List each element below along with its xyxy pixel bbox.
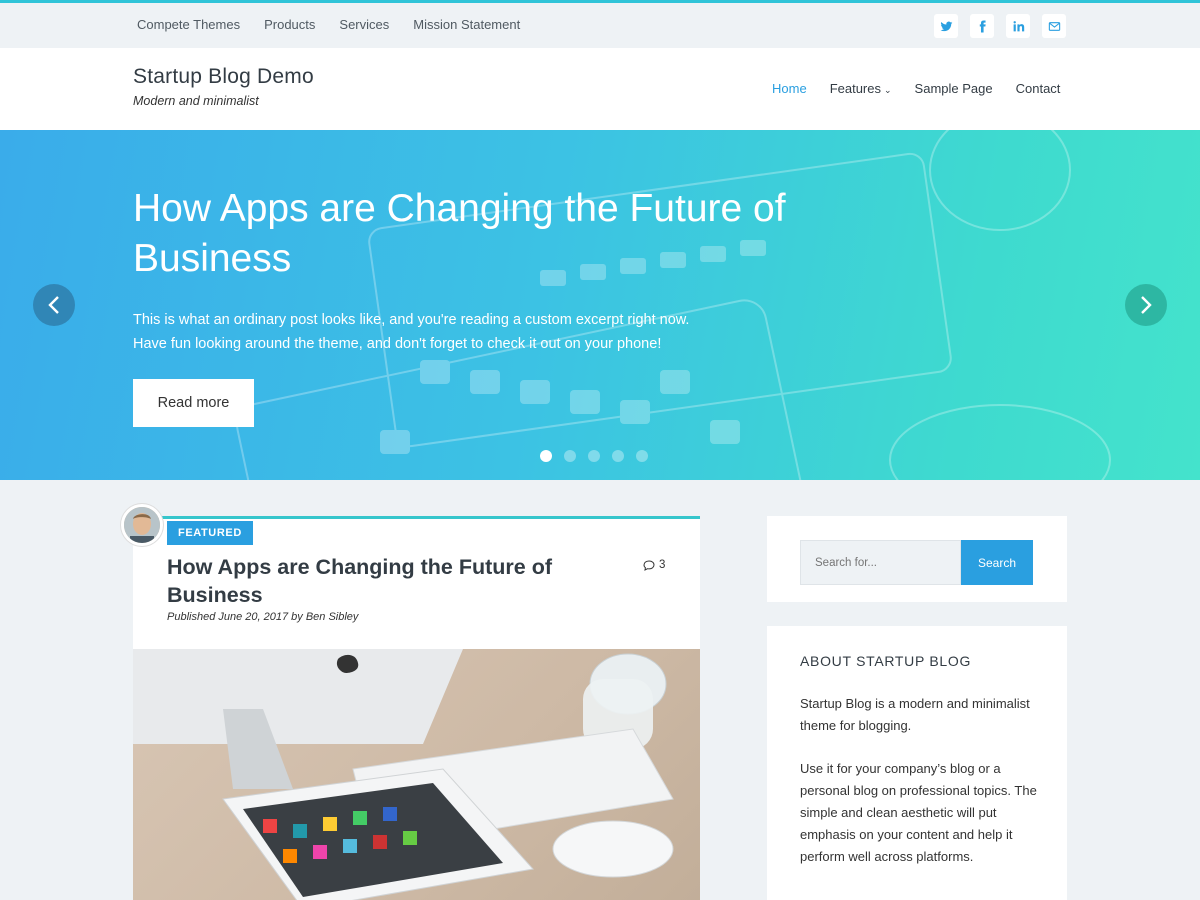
top-bar: Compete Themes Products Services Mission… [0, 0, 1200, 48]
nav-item-sample-page[interactable]: Sample Page [915, 81, 993, 96]
hero-title[interactable]: How Apps are Changing the Future of Busi… [133, 184, 893, 284]
slider-next-button[interactable] [1125, 284, 1167, 326]
slider-dots [540, 450, 648, 462]
top-nav-item-products[interactable]: Products [264, 17, 315, 32]
chevron-down-icon: ⌄ [884, 85, 892, 95]
comment-count-value: 3 [659, 559, 666, 571]
facebook-icon[interactable] [970, 14, 994, 38]
post-byline: Published June 20, 2017 by Ben Sibley [167, 611, 359, 623]
hero-background-image [236, 130, 1111, 480]
main-nav: Home Features ⌄ Sample Page Contact [772, 81, 1060, 96]
hero-slider: How Apps are Changing the Future of Busi… [0, 130, 1200, 480]
hero-excerpt-line: Have fun looking around the theme, and d… [133, 336, 662, 352]
linkedin-icon[interactable] [1006, 14, 1030, 38]
post-image-illustration [133, 649, 674, 900]
nav-item-home[interactable]: Home [772, 81, 807, 96]
slider-dot[interactable] [540, 450, 552, 462]
slider-dot[interactable] [612, 450, 624, 462]
post-title[interactable]: How Apps are Changing the Future of Busi… [167, 553, 607, 609]
chevron-right-icon [1141, 296, 1152, 314]
top-nav-item-services[interactable]: Services [339, 17, 389, 32]
chevron-left-icon [48, 296, 59, 314]
nav-item-features[interactable]: Features ⌄ [830, 81, 892, 96]
search-widget: Search [767, 516, 1067, 602]
read-more-button[interactable]: Read more [133, 379, 254, 427]
about-paragraph: Use it for your company’s blog or a pers… [800, 761, 1037, 864]
hero-excerpt: This is what an ordinary post looks like… [133, 308, 753, 356]
featured-badge: FEATURED [167, 521, 253, 545]
slider-prev-button[interactable] [33, 284, 75, 326]
hero-excerpt-line: This is what an ordinary post looks like… [133, 312, 690, 328]
author-avatar[interactable] [121, 504, 163, 546]
comment-icon [643, 559, 655, 571]
search-button[interactable]: Search [961, 540, 1033, 585]
about-widget: ABOUT STARTUP BLOG Startup Blog is a mod… [767, 626, 1067, 900]
about-widget-title: ABOUT STARTUP BLOG [800, 653, 972, 669]
nav-item-features-label: Features [829, 81, 881, 96]
about-paragraph: Startup Blog is a modern and minimalist … [800, 696, 1030, 733]
post-card: FEATURED How Apps are Changing the Futur… [133, 516, 700, 900]
top-nav-item-compete-themes[interactable]: Compete Themes [137, 17, 240, 32]
top-nav-item-mission-statement[interactable]: Mission Statement [413, 17, 520, 32]
slider-dot[interactable] [636, 450, 648, 462]
slider-dot[interactable] [588, 450, 600, 462]
email-icon[interactable] [1042, 14, 1066, 38]
top-nav: Compete Themes Products Services Mission… [137, 17, 520, 32]
social-icons [934, 14, 1066, 38]
site-tagline: Modern and minimalist [133, 94, 259, 108]
twitter-icon[interactable] [934, 14, 958, 38]
site-title[interactable]: Startup Blog Demo [133, 65, 314, 89]
post-featured-image[interactable] [133, 649, 700, 900]
slider-dot[interactable] [564, 450, 576, 462]
comment-count[interactable]: 3 [643, 559, 665, 571]
nav-item-contact[interactable]: Contact [1016, 81, 1061, 96]
site-header: Startup Blog Demo Modern and minimalist … [0, 48, 1200, 130]
search-input[interactable] [800, 540, 961, 585]
